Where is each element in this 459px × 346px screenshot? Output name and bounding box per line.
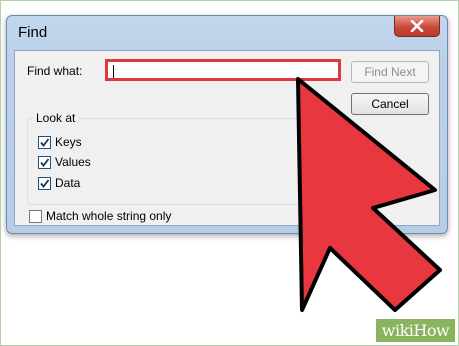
- arrow-pointer-icon: [296, 77, 442, 312]
- watermark: wikiHow: [376, 319, 455, 342]
